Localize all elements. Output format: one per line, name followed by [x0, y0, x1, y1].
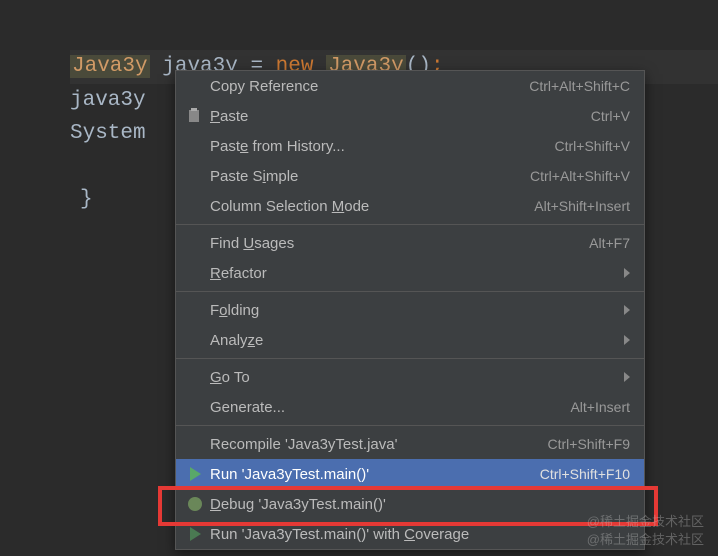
- menu-run-coverage[interactable]: Run 'Java3yTest.main()' with Coverage: [176, 519, 644, 549]
- run-icon: [184, 467, 206, 481]
- menu-label: Generate...: [206, 399, 558, 416]
- menu-label: Debug 'Java3yTest.main()': [206, 496, 630, 513]
- menu-shortcut: Alt+F7: [577, 235, 630, 251]
- run-coverage-icon: [184, 527, 206, 541]
- context-menu: Copy Reference Ctrl+Alt+Shift+C Paste Ct…: [175, 70, 645, 550]
- menu-shortcut: Ctrl+Shift+F10: [528, 466, 630, 482]
- type-token: Java3y: [70, 55, 150, 78]
- submenu-arrow-icon: [624, 268, 630, 278]
- menu-refactor[interactable]: Refactor: [176, 258, 644, 288]
- watermark: @稀土掘金技术社区: [587, 529, 704, 548]
- menu-paste-history[interactable]: Paste from History... Ctrl+Shift+V: [176, 131, 644, 161]
- menu-shortcut: Ctrl+V: [579, 108, 630, 124]
- menu-label: Go To: [206, 369, 624, 386]
- menu-label: Column Selection Mode: [206, 198, 522, 215]
- menu-separator: [176, 224, 644, 225]
- submenu-arrow-icon: [624, 305, 630, 315]
- submenu-arrow-icon: [624, 335, 630, 345]
- menu-label: Refactor: [206, 265, 624, 282]
- menu-shortcut: Ctrl+Shift+F9: [536, 436, 630, 452]
- menu-copy-reference[interactable]: Copy Reference Ctrl+Alt+Shift+C: [176, 71, 644, 101]
- menu-separator: [176, 425, 644, 426]
- menu-separator: [176, 358, 644, 359]
- menu-shortcut: Alt+Insert: [558, 399, 630, 415]
- menu-paste-simple[interactable]: Paste Simple Ctrl+Alt+Shift+V: [176, 161, 644, 191]
- menu-analyze[interactable]: Analyze: [176, 325, 644, 355]
- menu-separator: [176, 291, 644, 292]
- menu-label: Run 'Java3yTest.main()' with Coverage: [206, 526, 630, 543]
- paste-icon: [184, 108, 206, 124]
- menu-label: Folding: [206, 302, 624, 319]
- menu-label: Paste from History...: [206, 138, 543, 155]
- menu-label: Find Usages: [206, 235, 577, 252]
- menu-shortcut: Alt+Shift+Insert: [522, 198, 630, 214]
- watermark: @稀土掘金技术社区: [587, 511, 704, 530]
- menu-shortcut: Ctrl+Shift+V: [543, 138, 630, 154]
- menu-label: Run 'Java3yTest.main()': [206, 466, 528, 483]
- menu-label: Copy Reference: [206, 78, 517, 95]
- menu-label: Recompile 'Java3yTest.java': [206, 436, 536, 453]
- menu-generate[interactable]: Generate... Alt+Insert: [176, 392, 644, 422]
- menu-label: Paste: [206, 108, 579, 125]
- menu-folding[interactable]: Folding: [176, 295, 644, 325]
- menu-label: Analyze: [206, 332, 624, 349]
- menu-find-usages[interactable]: Find Usages Alt+F7: [176, 228, 644, 258]
- menu-run[interactable]: Run 'Java3yTest.main()' Ctrl+Shift+F10: [176, 459, 644, 489]
- menu-paste[interactable]: Paste Ctrl+V: [176, 101, 644, 131]
- submenu-arrow-icon: [624, 372, 630, 382]
- menu-debug[interactable]: Debug 'Java3yTest.main()': [176, 489, 644, 519]
- debug-icon: [184, 497, 206, 511]
- menu-shortcut: Ctrl+Alt+Shift+V: [518, 168, 630, 184]
- menu-shortcut: Ctrl+Alt+Shift+C: [517, 78, 630, 94]
- menu-label: Paste Simple: [206, 168, 518, 185]
- menu-goto[interactable]: Go To: [176, 362, 644, 392]
- menu-recompile[interactable]: Recompile 'Java3yTest.java' Ctrl+Shift+F…: [176, 429, 644, 459]
- menu-column-selection[interactable]: Column Selection Mode Alt+Shift+Insert: [176, 191, 644, 221]
